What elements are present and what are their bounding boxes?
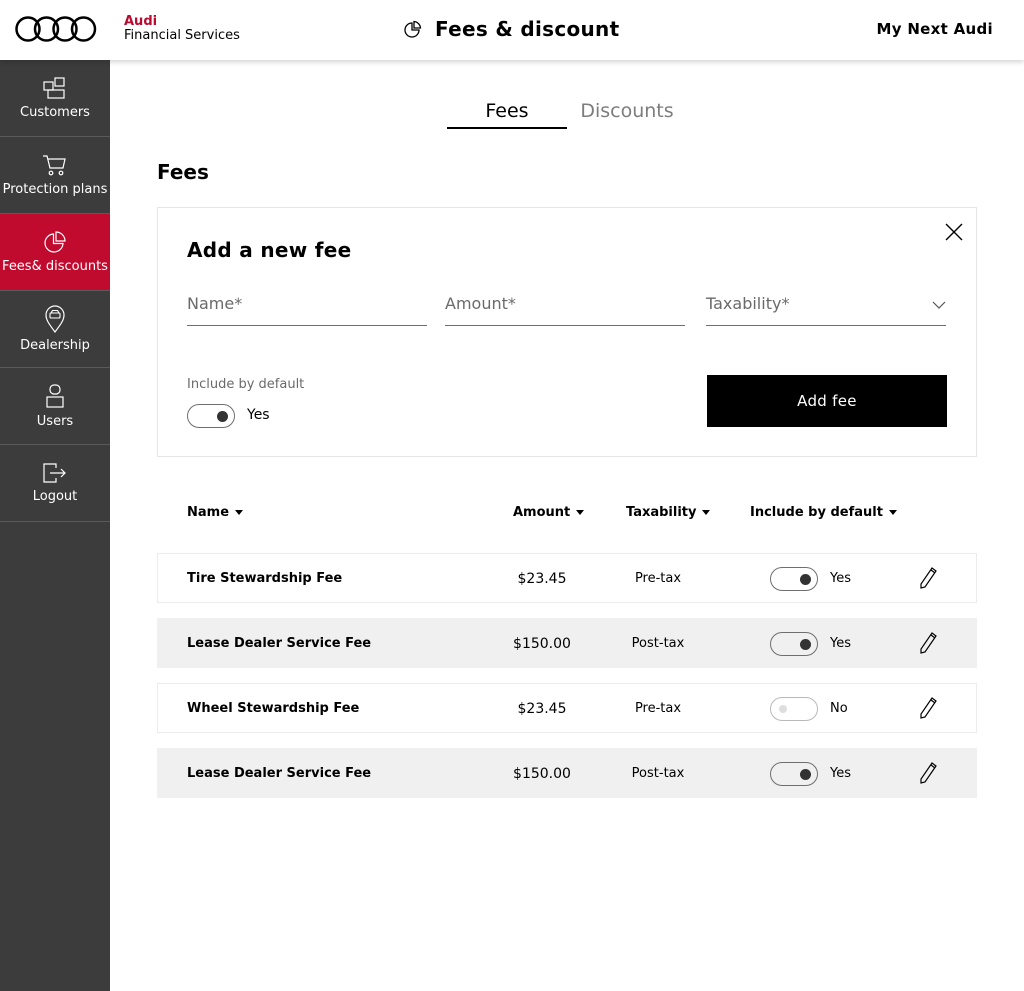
row-taxability: Post-tax (631, 636, 685, 651)
column-header-label: Name (187, 505, 230, 520)
column-header-taxability[interactable]: Taxability (626, 505, 711, 520)
row-include-value: Yes (830, 571, 851, 586)
row-name: Wheel Stewardship Fee (187, 701, 360, 716)
brand-name: Audi Financial Services (124, 15, 240, 43)
row-include-toggle[interactable] (770, 567, 818, 591)
customers-icon (43, 77, 65, 99)
user-icon (46, 384, 64, 408)
row-include-value: Yes (830, 766, 851, 781)
row-taxability: Post-tax (631, 766, 685, 781)
tab-fees[interactable]: Fees (447, 100, 567, 129)
my-next-audi-link[interactable]: My Next Audi (877, 20, 994, 38)
row-amount: $23.45 (517, 571, 567, 587)
include-default-value: Yes (247, 407, 270, 423)
row-include-toggle[interactable] (770, 697, 818, 721)
sort-arrow-icon (702, 510, 711, 515)
row-name: Lease Dealer Service Fee (187, 636, 372, 651)
include-default-label: Include by default (187, 377, 305, 392)
location-car-icon (45, 305, 65, 333)
column-header-include[interactable]: Include by default (750, 505, 897, 520)
pie-chart-icon (404, 20, 422, 38)
sidebar-item-customers[interactable]: Customers (0, 60, 110, 137)
sort-arrow-icon (576, 510, 585, 515)
table-row: Lease Dealer Service Fee $150.00 Post-ta… (157, 748, 977, 798)
row-taxability: Pre-tax (634, 701, 682, 716)
sidebar-item-label: Protection plans (2, 182, 108, 197)
taxability-select[interactable]: Taxability* (706, 294, 946, 326)
table-row: Tire Stewardship Fee $23.45 Pre-tax Yes (157, 553, 977, 603)
audi-rings-logo[interactable] (15, 15, 97, 43)
toggle-knob (217, 411, 228, 422)
brand-line1: Audi (124, 14, 158, 29)
pencil-icon[interactable] (918, 566, 938, 590)
row-name: Tire Stewardship Fee (187, 571, 343, 586)
name-placeholder: Name* (187, 294, 243, 313)
page-title-wrap: Fees & discount (404, 17, 619, 41)
toggle-knob (779, 705, 787, 713)
column-header-name[interactable]: Name (187, 505, 244, 520)
brand-line2: Financial Services (124, 28, 240, 43)
sort-arrow-icon (235, 510, 244, 515)
pencil-icon[interactable] (918, 631, 938, 655)
sidebar-item-users[interactable]: Users (0, 368, 110, 445)
card-title: Add a new fee (187, 238, 352, 262)
chevron-down-icon (932, 301, 946, 309)
top-header: Audi Financial Services Fees & discount … (0, 0, 1024, 60)
sidebar: Customers Protection plans Fees& discoun… (0, 60, 110, 991)
name-field[interactable]: Name* (187, 294, 427, 326)
column-header-amount[interactable]: Amount (513, 505, 585, 520)
sidebar-item-dealership[interactable]: Dealership (0, 291, 110, 368)
cart-icon (43, 155, 66, 176)
column-header-label: Amount (513, 505, 571, 520)
sidebar-item-protection-plans[interactable]: Protection plans (0, 137, 110, 214)
add-fee-button[interactable]: Add fee (707, 375, 947, 427)
row-include-toggle[interactable] (770, 762, 818, 786)
pencil-icon[interactable] (918, 761, 938, 785)
row-include-value: No (830, 701, 848, 716)
row-taxability: Pre-tax (634, 571, 682, 586)
sidebar-item-fees-discounts[interactable]: Fees& discounts (0, 214, 110, 291)
sidebar-item-label: Customers (20, 105, 90, 120)
sidebar-item-label: Fees& discounts (2, 259, 108, 274)
sidebar-item-label: Dealership (20, 338, 90, 353)
sort-arrow-icon (888, 510, 897, 515)
page-title: Fees & discount (435, 17, 620, 41)
logout-icon (43, 463, 66, 483)
toggle-knob (800, 639, 811, 650)
row-include-toggle[interactable] (770, 632, 818, 656)
table-row: Wheel Stewardship Fee $23.45 Pre-tax No (157, 683, 977, 733)
row-amount: $150.00 (513, 766, 571, 782)
add-fee-card: Add a new fee Name* Amount* Taxability* … (157, 207, 977, 457)
tab-discounts[interactable]: Discounts (567, 100, 687, 129)
close-icon[interactable] (943, 221, 965, 243)
pie-chart-icon (44, 231, 66, 253)
toggle-knob (800, 769, 811, 780)
section-title: Fees (157, 160, 209, 184)
taxability-placeholder: Taxability* (706, 294, 790, 313)
pencil-icon[interactable] (918, 696, 938, 720)
column-header-label: Taxability (626, 505, 697, 520)
row-amount: $150.00 (513, 636, 571, 652)
amount-field[interactable]: Amount* (445, 294, 685, 326)
toggle-knob (800, 574, 811, 585)
tab-bar: Fees Discounts (447, 100, 687, 129)
row-amount: $23.45 (517, 701, 567, 717)
row-name: Lease Dealer Service Fee (187, 766, 372, 781)
table-row: Lease Dealer Service Fee $150.00 Post-ta… (157, 618, 977, 668)
sidebar-item-label: Logout (32, 489, 78, 504)
include-default-toggle[interactable] (187, 404, 235, 428)
sidebar-item-logout[interactable]: Logout (0, 445, 110, 522)
row-include-value: Yes (830, 636, 851, 651)
amount-placeholder: Amount* (445, 294, 516, 313)
sidebar-item-label: Users (36, 414, 74, 429)
column-header-label: Include by default (750, 505, 883, 520)
